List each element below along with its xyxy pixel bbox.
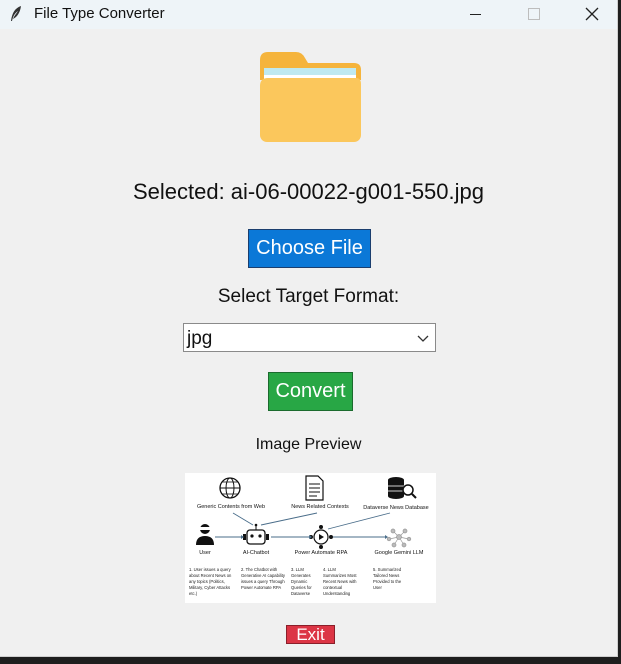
target-format-value: jpg	[187, 328, 213, 349]
document-icon	[305, 475, 324, 501]
step-5-line: 5. Summarized	[373, 567, 402, 572]
minimize-button[interactable]	[452, 0, 498, 29]
robot-icon	[243, 523, 269, 545]
node-llm-label: Google Gemini LLM	[375, 550, 424, 556]
step-2-line: issues a query Through	[241, 579, 285, 584]
title-bar: File Type Converter	[0, 0, 617, 29]
chevron-down-icon	[417, 335, 429, 342]
step-2-line: Generative AI capability	[241, 573, 286, 578]
close-button[interactable]	[569, 0, 615, 29]
image-preview: Generic Contents from Web News Related C…	[185, 473, 436, 603]
node-db-label: Dataverse News Database	[363, 505, 428, 511]
image-preview-label: Image Preview	[255, 436, 362, 453]
globe-icon	[219, 477, 241, 499]
step-4-line: Recent News with	[323, 579, 357, 584]
node-user-label: User	[199, 550, 211, 556]
node-web-label: Generic Contents from Web	[197, 504, 265, 510]
step-4-line: Summarizes Most	[323, 573, 357, 578]
step-5-line: Tailored News	[373, 573, 399, 578]
step-5-line: User	[373, 585, 382, 590]
convert-button[interactable]: Convert	[268, 372, 353, 411]
step-3-line: Dynamic	[291, 579, 307, 584]
step-3-line: Dataverse	[291, 591, 311, 596]
choose-file-button[interactable]: Choose File	[248, 229, 371, 268]
step-4-line: Understanding	[323, 591, 351, 596]
close-icon	[585, 7, 599, 21]
step-1-line: about Recent News on	[189, 573, 232, 578]
steps: 1. User issues a queryabout Recent News …	[189, 567, 402, 596]
folder-icon	[260, 52, 361, 142]
user-icon	[196, 524, 214, 545]
node-chatbot-label: AI-Chatbot	[243, 550, 270, 556]
selected-file-label: Selected: ai-06-00022-g001-550.jpg	[132, 179, 485, 204]
target-format-select[interactable]: jpg	[183, 323, 436, 352]
exit-button[interactable]: Exit	[286, 625, 335, 644]
database-icon	[388, 477, 417, 499]
feather-icon	[11, 6, 21, 21]
step-1-line: 1. User issues a query	[189, 567, 232, 572]
window-title: File Type Converter	[34, 5, 165, 22]
step-2-line: 2. The Chatbot with	[241, 567, 278, 572]
step-4-line: contextual	[323, 585, 342, 590]
step-1-line: etc.)	[189, 591, 198, 596]
step-1-line: Military, Cyber Attacks	[189, 585, 230, 590]
node-rpa-label: Power Automate RPA	[295, 550, 348, 556]
flow-arrows	[215, 512, 391, 538]
target-format-label: Select Target Format:	[217, 286, 400, 307]
step-4-line: 4. LLM	[323, 567, 336, 572]
step-3-line: Queries for	[291, 585, 312, 590]
step-2-line: Power Automate RPA	[241, 585, 281, 590]
app-window: File Type Converter Selected: ai-06-0002…	[0, 0, 618, 657]
network-icon	[386, 528, 412, 548]
step-1-line: any topics (Politics,	[189, 579, 225, 584]
node-news-label: News Related Contexts	[291, 504, 349, 510]
maximize-button[interactable]	[511, 0, 557, 29]
step-3-line: 3. LLM	[291, 567, 304, 572]
step-3-line: Generates	[291, 573, 311, 578]
step-5-line: Provided to the	[373, 579, 402, 584]
